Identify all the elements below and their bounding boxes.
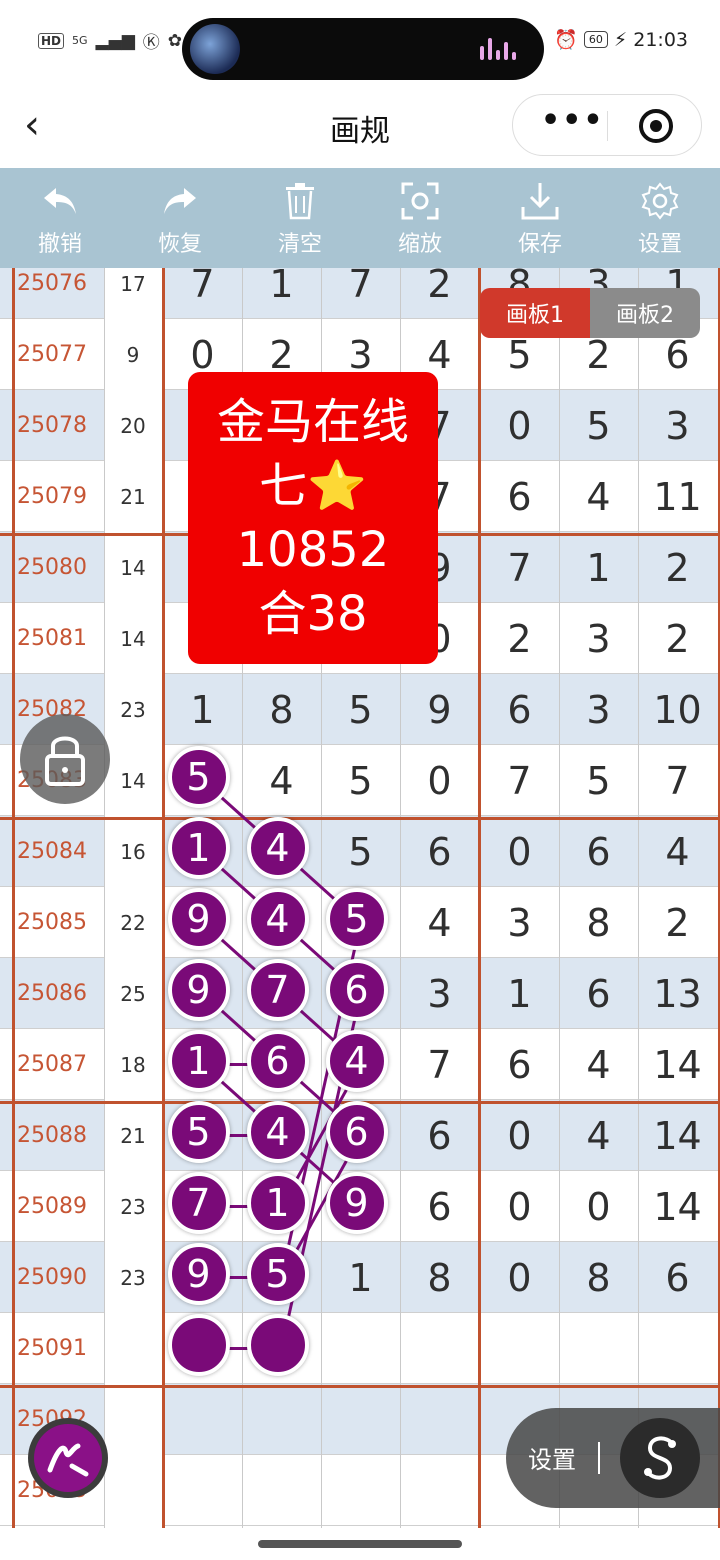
download-icon [520,178,560,224]
save-button[interactable]: 保存 [480,168,600,268]
status-right: ⏰ 60 ⚡ 21:03 [554,28,688,52]
selected-ball[interactable]: 9 [325,1171,388,1234]
undo-icon [40,178,80,224]
redo-label: 恢复 [157,232,202,257]
selected-ball[interactable]: 1 [167,816,230,879]
dynamic-island[interactable] [182,18,544,80]
clear-label: 清空 [277,232,322,257]
charging-icon: ⚡ [613,28,628,51]
wechat-icon: ✿ [167,30,183,51]
target-icon[interactable] [639,109,673,143]
media-thumbnail [190,24,240,74]
pen-icon [34,1424,102,1492]
selected-ball[interactable]: 6 [325,958,388,1021]
selected-ball[interactable]: 6 [246,1029,309,1092]
selected-ball[interactable]: 1 [167,1029,230,1092]
save-label: 保存 [517,232,562,257]
selected-ball[interactable]: 6 [325,1100,388,1163]
scan-icon [401,178,439,224]
selected-ball[interactable]: 4 [246,816,309,879]
alarm-icon: ⏰ [554,29,578,51]
selected-ball[interactable] [167,1313,230,1376]
clear-button[interactable]: 清空 [240,168,360,268]
selected-ball[interactable]: 9 [167,958,230,1021]
hd-badge: HD [38,32,65,49]
network-5g: 5G [72,34,88,47]
promo-line1: 金马在线 [216,394,409,450]
floating-settings-label[interactable]: 设置 [528,1440,576,1475]
selected-ball[interactable] [246,1313,309,1376]
selected-ball[interactable]: 5 [167,1100,230,1163]
selected-ball[interactable]: 5 [167,745,230,808]
promo-line2: 七⭐ [259,458,367,514]
k-app-icon: Ⓚ [142,33,160,53]
toolbar: 撤销 恢复 清空 缩放 保存 设置 [0,168,720,268]
tab-board-1[interactable]: 画板1 [480,288,590,338]
selected-ball[interactable]: 4 [246,1100,309,1163]
s-shape-button[interactable] [620,1418,700,1498]
promo-line4: 合38 [258,586,368,642]
zoom-label: 缩放 [397,232,442,257]
zoom-button[interactable]: 缩放 [360,168,480,268]
lock-icon [45,736,85,786]
promo-card: 金马在线 七⭐ 10852 合38 [188,372,438,664]
capsule-divider [607,111,608,141]
more-dots-icon[interactable]: ••• [541,103,605,138]
redo-icon [160,178,200,224]
selected-ball[interactable]: 7 [246,958,309,1021]
selected-ball[interactable]: 5 [325,887,388,950]
redo-button[interactable]: 恢复 [120,168,240,268]
status-bar: HD 5G ▂▄▆ Ⓚ ✿ ⏰ 60 ⚡ 21:03 [0,0,720,84]
clock: 21:03 [633,28,688,51]
audio-wave-icon [480,38,522,60]
undo-button[interactable]: 撤销 [0,168,120,268]
trash-icon [284,178,316,224]
settings-button[interactable]: 设置 [600,168,720,268]
status-left: HD 5G ▂▄▆ Ⓚ ✿ [38,28,182,53]
tab-board-2[interactable]: 画板2 [590,288,700,338]
selected-ball[interactable]: 9 [167,887,230,950]
board-tabs: 画板1 画板2 [480,288,700,338]
promo-line3: 10852 [236,522,390,578]
lock-button[interactable] [20,714,110,804]
undo-label: 撤销 [37,232,82,257]
gear-icon [641,178,679,224]
selected-ball[interactable]: 4 [325,1029,388,1092]
floating-divider [598,1442,600,1474]
battery-level: 60 [583,31,608,48]
selected-ball[interactable]: 1 [246,1171,309,1234]
selected-ball[interactable]: 5 [246,1242,309,1305]
nav-bar: ‹ 画规 ••• [0,84,720,168]
selected-ball[interactable]: 9 [167,1242,230,1305]
pen-button[interactable] [28,1418,108,1498]
home-indicator[interactable] [258,1540,462,1548]
settings-label: 设置 [637,232,682,257]
s-shape-icon [644,1436,676,1480]
mini-program-capsule: ••• [512,94,702,156]
signal-icon: ▂▄▆ [95,30,135,51]
floating-settings-bar: 设置 [506,1408,720,1508]
selected-ball[interactable]: 7 [167,1171,230,1234]
selected-ball[interactable]: 4 [246,887,309,950]
